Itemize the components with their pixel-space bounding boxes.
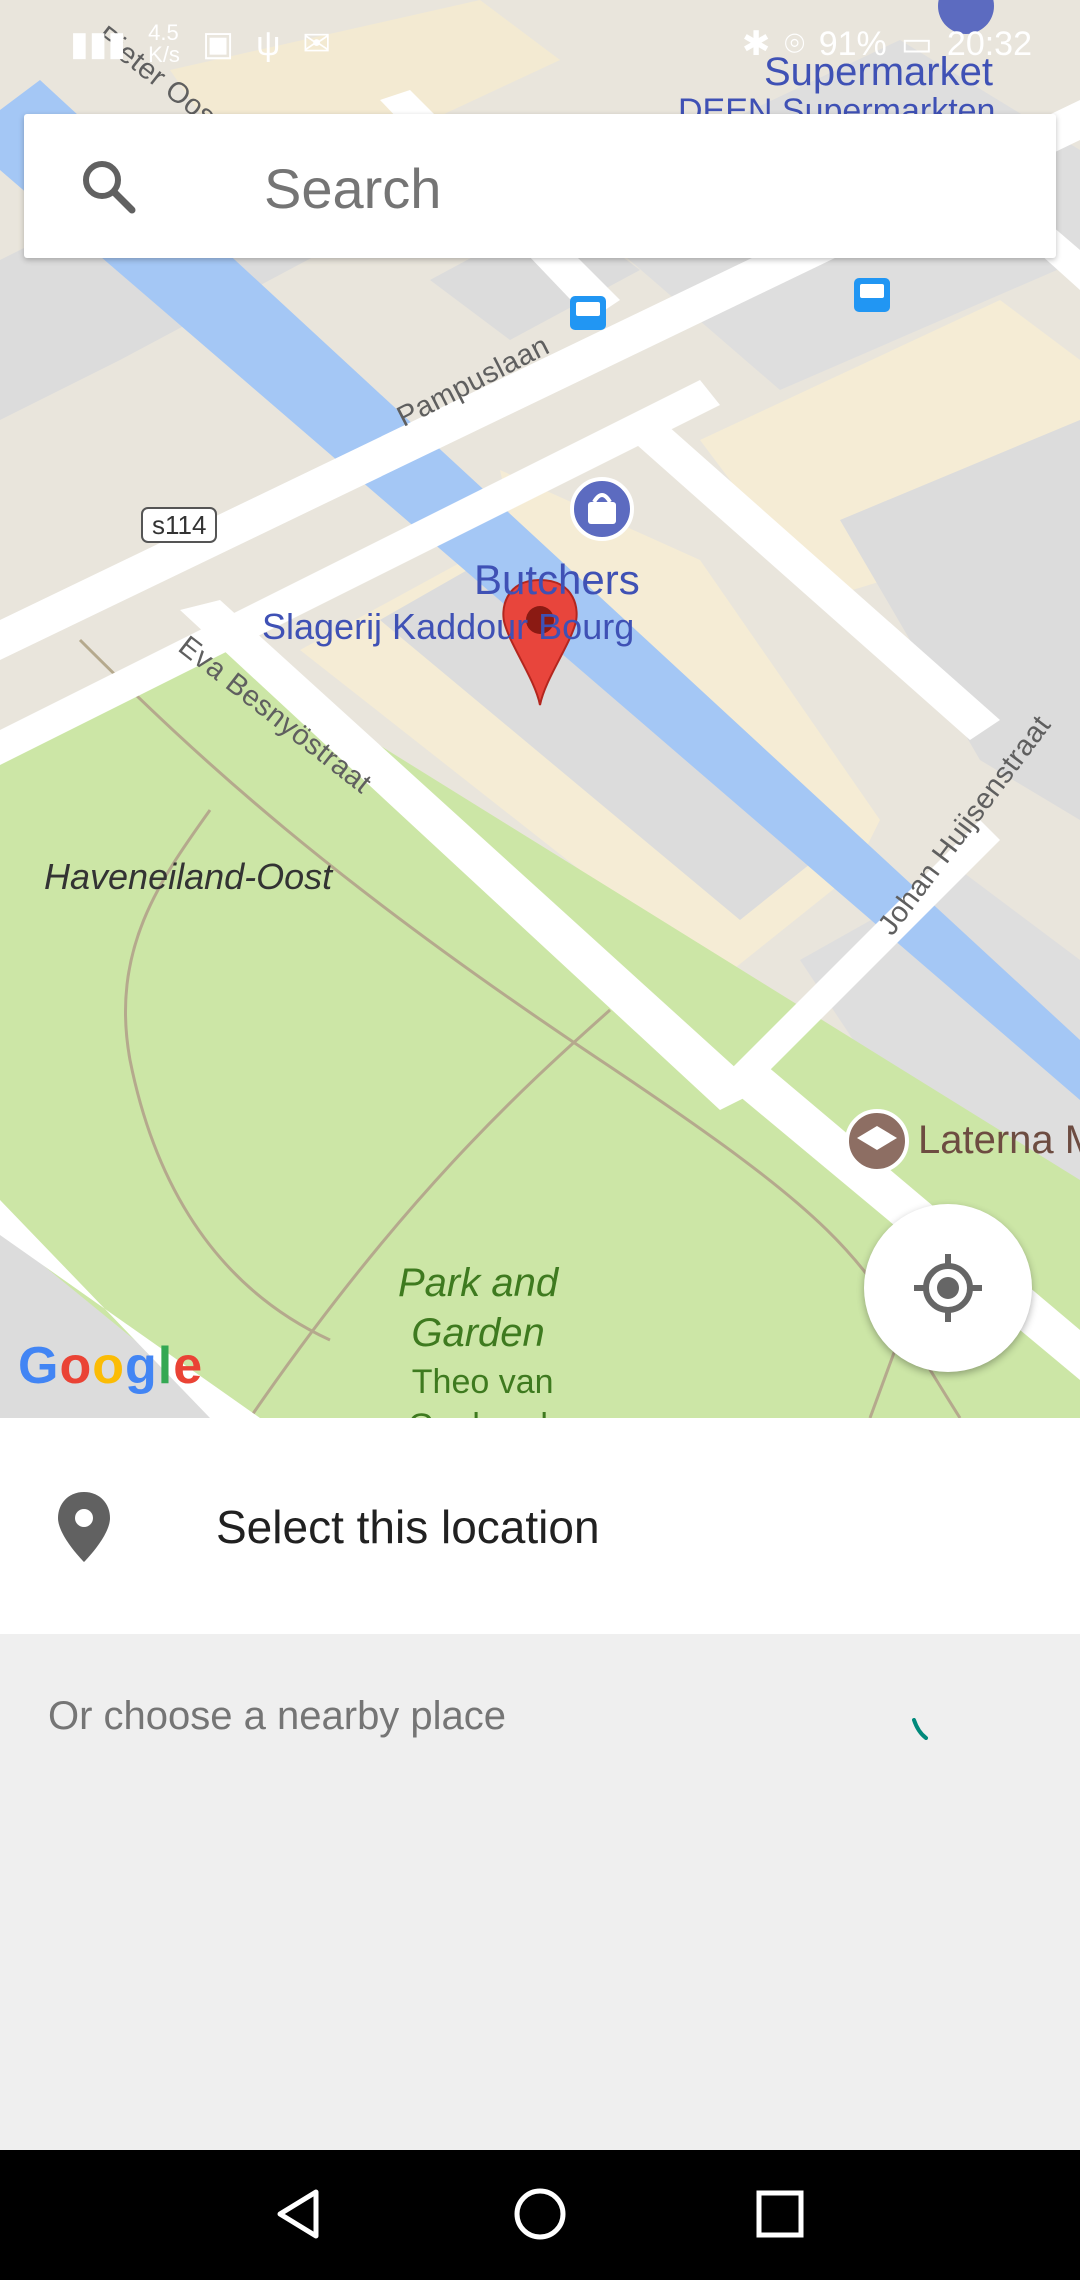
google-logo: Google (18, 1337, 204, 1395)
back-icon[interactable] (270, 2184, 330, 2244)
battery-icon: ▭ (900, 25, 933, 63)
search-icon (83, 161, 136, 214)
battery-percent: 91% (818, 24, 887, 63)
poi-category-label[interactable]: Butchers (474, 556, 640, 604)
navigation-bar (0, 2150, 1080, 2280)
search-bar[interactable]: Search (24, 114, 1056, 258)
area-label: Haveneiland-Oost (44, 856, 333, 897)
bluetooth-icon: ✱ (741, 25, 771, 63)
mail-icon: ✉ (302, 25, 331, 63)
location-status-icon: ⌾ (784, 24, 805, 63)
select-location-row[interactable]: Select this location (0, 1418, 1080, 1634)
network-speed: 4.5 K/s (148, 20, 180, 67)
recents-icon[interactable] (750, 2184, 810, 2244)
signal-icon: ▮▮▮ (70, 25, 127, 63)
nearby-places-heading: Or choose a nearby place (48, 1694, 507, 1738)
nfc-icon: ▣ (201, 25, 235, 63)
select-location-label: Select this location (216, 1501, 600, 1553)
my-location-icon (914, 1254, 982, 1322)
poi-name-label[interactable]: Slagerij Kaddour Bourg (262, 606, 634, 648)
usb-icon: ψ (256, 24, 281, 63)
home-icon[interactable] (510, 2184, 570, 2244)
place-pin-icon (58, 1492, 110, 1562)
school-label[interactable]: Laterna M (918, 1118, 1080, 1163)
search-placeholder[interactable]: Search (264, 156, 441, 221)
status-bar: ▮▮▮ 4.5 K/s ▣ ψ ✉ ✱ ⌾ 91% ▭ 20:32 (0, 0, 1080, 90)
my-location-button[interactable] (864, 1204, 1032, 1372)
loading-spinner (912, 1718, 928, 1740)
clock: 20:32 (946, 24, 1032, 63)
park-name-label[interactable]: Theo van Goghpark (408, 1360, 557, 1418)
road-shield-label: s114 (152, 510, 207, 540)
park-category-label[interactable]: Park and Garden (398, 1258, 558, 1358)
